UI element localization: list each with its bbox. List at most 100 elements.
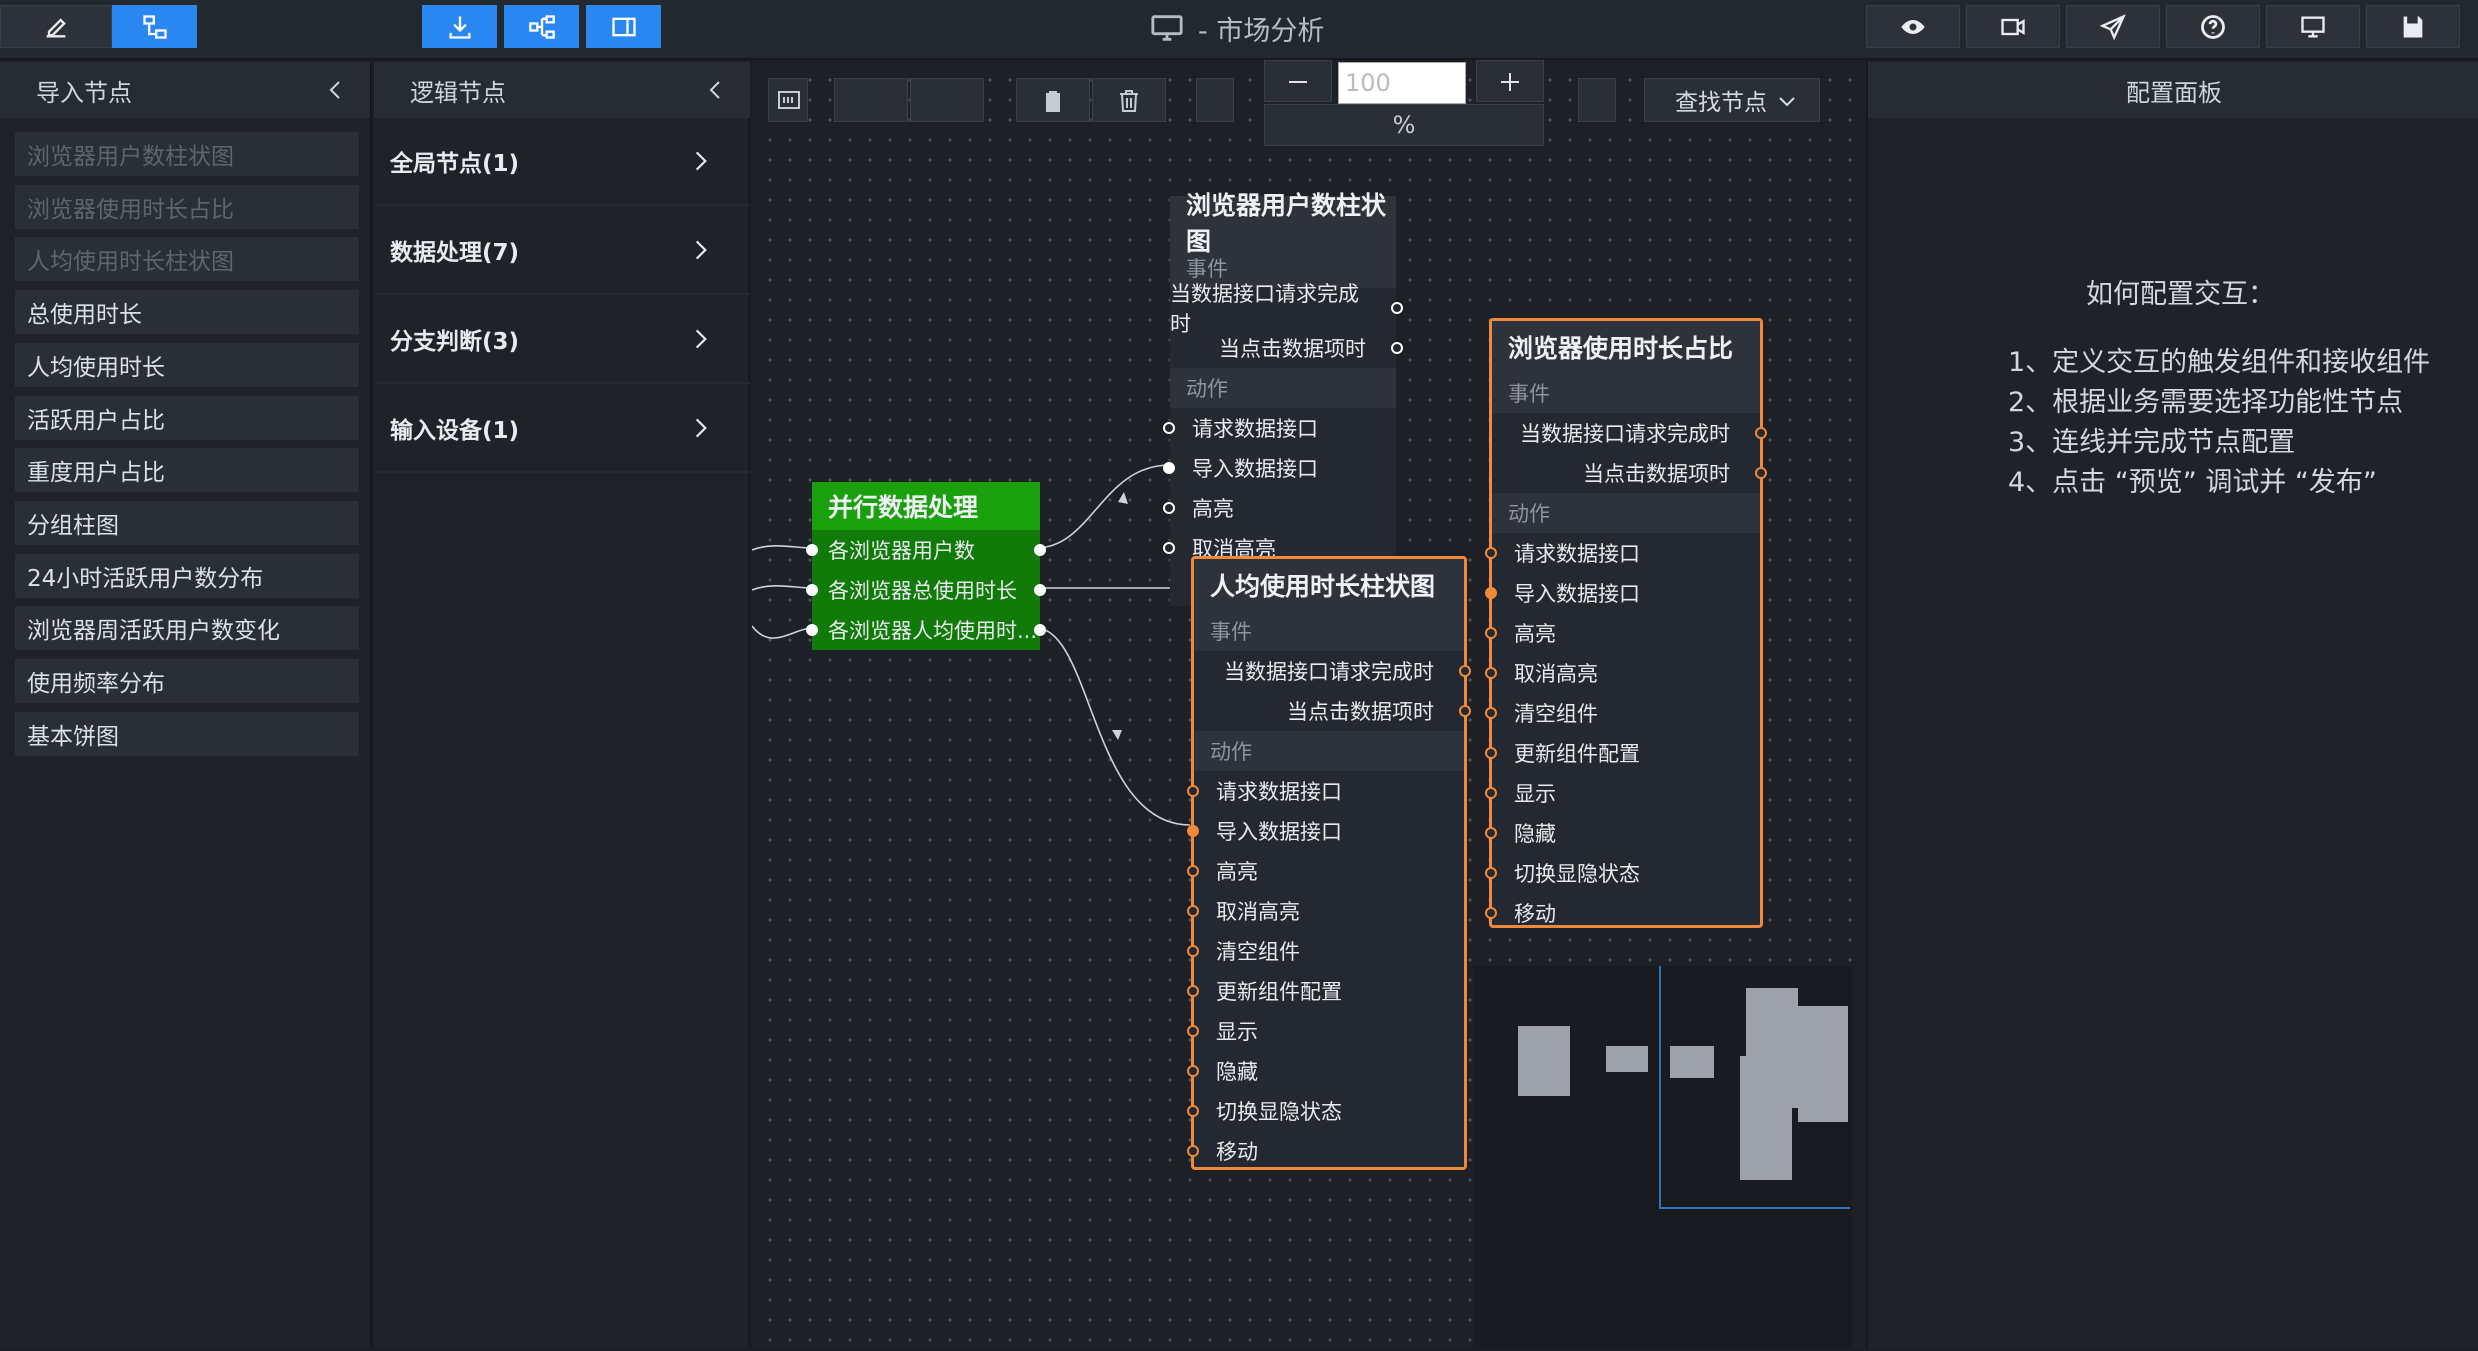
action-label: 清空组件 [1514,702,1598,726]
redo-button[interactable] [910,78,984,122]
logic-node-panel: 逻辑节点 全局节点(1) 数据处理(7) 分支判断(3) 输入设备(1) [374,62,750,1347]
action-label: 隐藏 [1514,822,1556,846]
action-input-port[interactable] [1485,707,1497,719]
panel-toggle-button[interactable] [586,5,661,48]
event-output-port[interactable] [1459,665,1471,677]
action-row: 更新组件配置 [1187,971,1464,1011]
import-button[interactable] [422,5,497,48]
fit-button[interactable] [768,78,808,122]
action-input-port[interactable] [1485,627,1497,639]
input-port[interactable] [806,624,818,636]
action-input-port[interactable] [1163,542,1175,554]
logic-category[interactable]: 全局节点(1) [374,118,750,206]
action-input-port[interactable] [1485,547,1497,559]
action-input-port[interactable] [1187,785,1199,797]
action-input-port[interactable] [1485,787,1497,799]
import-node-item[interactable]: 分组柱图 [15,500,359,545]
import-node-item[interactable]: 浏览器用户数柱状图 [15,132,359,176]
action-input-port[interactable] [1187,945,1199,957]
event-label: 当点击数据项时 [1219,337,1366,361]
action-input-port[interactable] [1187,1105,1199,1117]
find-node-dropdown[interactable]: 查找节点 [1644,78,1820,122]
event-output-port[interactable] [1459,705,1471,717]
action-label: 切换显隐状态 [1514,862,1640,886]
import-node-item[interactable]: 人均使用时长柱状图 [15,237,359,282]
action-label: 更新组件配置 [1514,742,1640,766]
action-input-port[interactable] [1485,907,1497,919]
action-input-port[interactable] [1187,1065,1199,1077]
top-toolbar: - 市场分析 [0,0,2478,60]
event-output-port[interactable] [1391,302,1403,314]
parallel-data-node[interactable]: 并行数据处理 各浏览器用户数 各浏览器总使用时长 各浏览器人均使用时... [806,482,1046,650]
action-input-port[interactable] [1187,1025,1199,1037]
input-port[interactable] [806,544,818,556]
import-node-item[interactable]: 浏览器使用时长占比 [15,184,359,229]
monitor-icon [1151,15,1183,41]
record-button[interactable] [1966,5,2060,48]
output-port[interactable] [1034,544,1046,556]
save-button[interactable] [2366,5,2460,48]
input-port[interactable] [806,584,818,596]
users-bar-chart-node[interactable]: 浏览器用户数柱状图 事件 当数据接口请求完成时 当点击数据项时 动作 请求数据接口 导入数据… [1163,191,1403,606]
action-input-port[interactable] [1163,422,1175,434]
help-button[interactable] [2166,5,2260,48]
action-row: 移动 [1485,893,1760,933]
tree-icon [528,14,555,39]
action-input-port[interactable] [1163,502,1175,514]
event-output-port[interactable] [1755,467,1767,479]
paste-button[interactable] [1016,78,1090,122]
action-input-port[interactable] [1485,827,1497,839]
zoom-in-button[interactable] [1476,60,1544,102]
logic-view-button[interactable] [112,5,197,48]
event-output-port[interactable] [1391,342,1403,354]
import-node-item[interactable]: 使用频率分布 [15,659,359,703]
output-port[interactable] [1034,624,1046,636]
edit-button[interactable] [0,5,112,48]
undo-button[interactable] [834,78,908,122]
minimap[interactable] [1474,966,1852,1347]
output-port[interactable] [1034,584,1046,596]
action-input-port[interactable] [1187,1145,1199,1157]
toolbar-toggle[interactable] [1196,78,1234,122]
delete-button[interactable] [1092,78,1166,122]
logic-category[interactable]: 输入设备(1) [374,385,750,473]
import-node-item[interactable]: 活跃用户占比 [15,395,359,440]
logic-category[interactable]: 分支判断(3) [374,296,750,384]
project-title: - 市场分析 [1198,15,1325,47]
screen-button[interactable] [2266,5,2360,48]
import-node-item[interactable]: 基本饼图 [15,711,359,756]
instruction-heading: 如何配置交互： [2086,279,2275,310]
action-input-port[interactable] [1485,587,1497,599]
action-label: 请求数据接口 [1514,542,1640,566]
action-input-port[interactable] [1485,667,1497,679]
preview-button[interactable] [1866,5,1960,48]
action-input-port[interactable] [1187,985,1199,997]
zoom-input[interactable]: 100 [1338,62,1466,104]
action-input-port[interactable] [1485,867,1497,879]
action-input-port[interactable] [1187,825,1199,837]
import-node-item[interactable]: 浏览器周活跃用户数变化 [15,606,359,651]
action-input-port[interactable] [1187,905,1199,917]
action-label: 导入数据接口 [1514,582,1640,606]
action-input-port[interactable] [1187,865,1199,877]
event-output-port[interactable] [1755,427,1767,439]
publish-button[interactable] [2066,5,2160,48]
logic-category[interactable]: 数据处理(7) [374,207,750,295]
import-node-item[interactable]: 人均使用时长 [15,342,359,387]
import-node-item[interactable]: 重度用户占比 [15,448,359,493]
action-row: 取消高亮 [1485,653,1760,693]
avg-usage-bar-node[interactable]: 人均使用时长柱状图 事件 当数据接口请求完成时 当点击数据项时 动作 请求数据接口 导入数据… [1187,556,1471,1170]
action-label: 显示 [1514,782,1556,806]
usage-ratio-node[interactable]: 浏览器使用时长占比 事件 当数据接口请求完成时 当点击数据项时 动作 请求数据接口 导入数据… [1485,318,1767,928]
collapse-icon[interactable] [324,78,348,102]
collapse-icon[interactable] [704,78,728,102]
grid-toggle[interactable] [1578,78,1616,122]
action-input-port[interactable] [1163,462,1175,474]
import-node-item[interactable]: 24小时活跃用户数分布 [15,553,359,598]
zoom-out-button[interactable] [1264,60,1332,102]
tree-button[interactable] [504,5,579,48]
node-canvas[interactable]: % 查找节点 并行数据处理 各浏览器用户数 各浏览器总使用时长 各浏览器人均使用时.… [752,60,1866,1347]
action-input-port[interactable] [1485,747,1497,759]
import-node-item[interactable]: 总使用时长 [15,290,359,335]
action-row: 高亮 [1187,851,1464,891]
